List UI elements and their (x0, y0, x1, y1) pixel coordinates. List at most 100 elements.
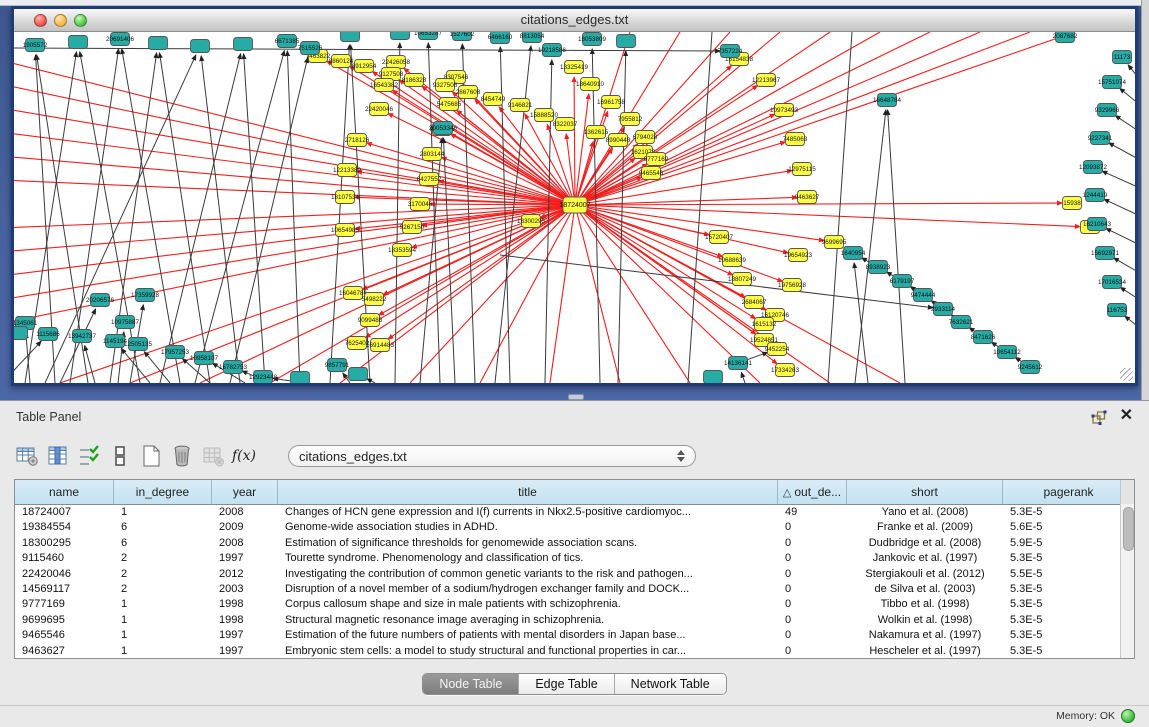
table-row[interactable]: 1872400712008Changes of HCN gene express… (15, 505, 1134, 520)
black-edge[interactable] (160, 53, 210, 383)
table-row[interactable]: 1830029562008Estimation of significance … (15, 536, 1134, 551)
delete-table-icon[interactable] (169, 443, 195, 469)
close-panel-icon[interactable]: ✕ (1120, 407, 1133, 425)
column-header-title[interactable]: title (278, 480, 778, 504)
table-row[interactable]: 946362711997Embryonic stem cells: a mode… (15, 644, 1134, 659)
black-edge[interactable] (110, 53, 157, 383)
black-edge[interactable] (1125, 316, 1135, 328)
node-label: 22420046 (365, 106, 394, 113)
delete-column-icon (200, 443, 226, 469)
node-label: 9127508 (379, 71, 404, 78)
red-edge[interactable] (575, 94, 589, 205)
red-edge[interactable] (14, 132, 575, 205)
table-vertical-scrollbar[interactable] (1120, 504, 1134, 658)
table-row[interactable]: 969969511998Structural magnetic resonanc… (15, 613, 1134, 628)
black-edge[interactable] (230, 58, 308, 383)
cell-name: 14569117 (15, 582, 114, 597)
red-edge[interactable] (575, 203, 1062, 205)
network-window[interactable]: citations_edges.txt 18724007746382288601… (11, 6, 1138, 386)
black-edge[interactable] (1120, 88, 1135, 105)
teal-node[interactable] (391, 32, 410, 40)
teal-node[interactable] (234, 38, 253, 51)
teal-node[interactable] (291, 372, 310, 384)
tab-edge-table[interactable]: Edge Table (519, 674, 614, 694)
table-row[interactable]: 946554611997Estimation of the future num… (15, 628, 1134, 643)
black-edge[interactable] (1128, 65, 1135, 80)
teal-node[interactable] (341, 32, 360, 42)
float-panel-icon[interactable] (1091, 410, 1107, 426)
table-row[interactable]: 977716911998Corpus callosum shape and si… (15, 597, 1134, 612)
teal-node[interactable] (704, 371, 723, 384)
red-edge[interactable] (575, 142, 785, 205)
table-settings-icon[interactable] (14, 443, 40, 469)
black-edge[interactable] (741, 372, 745, 383)
red-edge[interactable] (575, 32, 830, 205)
scrollbar-thumb[interactable] (1123, 507, 1134, 551)
cell-name: 9463627 (15, 644, 114, 659)
black-edge[interactable] (1114, 258, 1135, 273)
column-header-pagerank[interactable]: pagerank (1003, 480, 1134, 504)
black-edge[interactable] (1104, 199, 1135, 216)
node-label: 7357224 (718, 48, 743, 55)
network-window-titlebar[interactable]: citations_edges.txt (14, 9, 1135, 32)
black-edge[interactable] (428, 43, 440, 383)
cell-out_degree: 0 (778, 536, 847, 551)
black-edge[interactable] (1102, 171, 1135, 188)
select-all-icon[interactable] (76, 443, 102, 469)
black-edge[interactable] (14, 341, 41, 383)
node-label: 8938923 (866, 264, 891, 271)
new-table-icon[interactable] (138, 443, 164, 469)
red-edge[interactable] (200, 205, 575, 383)
column-header-out_degree[interactable]: △out_de... (778, 480, 847, 504)
column-header-name[interactable]: name (15, 480, 114, 504)
black-edge[interactable] (1106, 228, 1135, 245)
black-edge[interactable] (85, 346, 95, 383)
column-header-year[interactable]: year (212, 480, 278, 504)
teal-node[interactable] (14, 327, 28, 340)
teal-node[interactable] (349, 368, 368, 381)
red-edge[interactable] (575, 205, 788, 253)
red-edge[interactable] (575, 205, 690, 383)
node-label: 15938 (1063, 200, 1081, 207)
selection-boxes-icon[interactable] (107, 443, 133, 469)
red-edge[interactable] (550, 205, 575, 383)
black-edge[interactable] (287, 51, 300, 383)
black-edge[interactable] (688, 32, 712, 383)
black-edge[interactable] (854, 263, 868, 383)
black-edge[interactable] (1109, 143, 1135, 160)
table-body[interactable]: 1872400712008Changes of HCN gene express… (15, 505, 1134, 659)
cell-name: 9699695 (15, 613, 114, 628)
window-resize-grip[interactable] (1120, 368, 1133, 381)
tab-node-table[interactable]: Node Table (423, 674, 519, 694)
table-row[interactable]: 911546021997Tourette syndrome. Phenomeno… (15, 551, 1134, 566)
cell-name: 9465546 (15, 628, 114, 643)
cell-in_degree: 6 (114, 536, 212, 551)
table-row[interactable]: 1938455462009Genome-wide association stu… (15, 520, 1134, 535)
function-builder-icon[interactable]: f(x) (231, 443, 257, 469)
teal-node[interactable] (191, 40, 210, 53)
black-edge[interactable] (14, 48, 720, 51)
cytoscape-screen: citations_edges.txt 18724007746382288601… (0, 0, 1149, 727)
column-header-in_degree[interactable]: in_degree (114, 480, 212, 504)
table-selector-dropdown[interactable]: citations_edges.txt (288, 445, 696, 467)
column-header-short[interactable]: short (847, 480, 1003, 504)
table-row[interactable]: 1456911722003Disruption of a novel membe… (15, 582, 1134, 597)
table-header-row[interactable]: namein_degreeyeartitle△out_de...shortpag… (15, 480, 1134, 505)
black-edge[interactable] (828, 32, 852, 383)
teal-node[interactable] (617, 35, 636, 48)
node-label: 17334263 (771, 367, 800, 374)
red-edge[interactable] (14, 60, 575, 205)
show-column-icon[interactable] (45, 443, 71, 469)
teal-node[interactable] (69, 36, 88, 49)
black-edge[interactable] (1115, 116, 1135, 132)
teal-node[interactable] (149, 37, 168, 50)
black-edge[interactable] (888, 110, 905, 383)
black-edge[interactable] (367, 379, 375, 383)
black-edge[interactable] (1120, 287, 1135, 300)
red-edge[interactable] (566, 134, 575, 205)
network-canvas[interactable]: 1872400774638228860124891295422426058912… (14, 32, 1135, 383)
tab-network-table[interactable]: Network Table (615, 674, 726, 694)
table-row[interactable]: 2242004622012Investigating the contribut… (15, 567, 1134, 582)
red-edge[interactable] (574, 77, 575, 205)
cell-name: 22420046 (15, 567, 114, 582)
